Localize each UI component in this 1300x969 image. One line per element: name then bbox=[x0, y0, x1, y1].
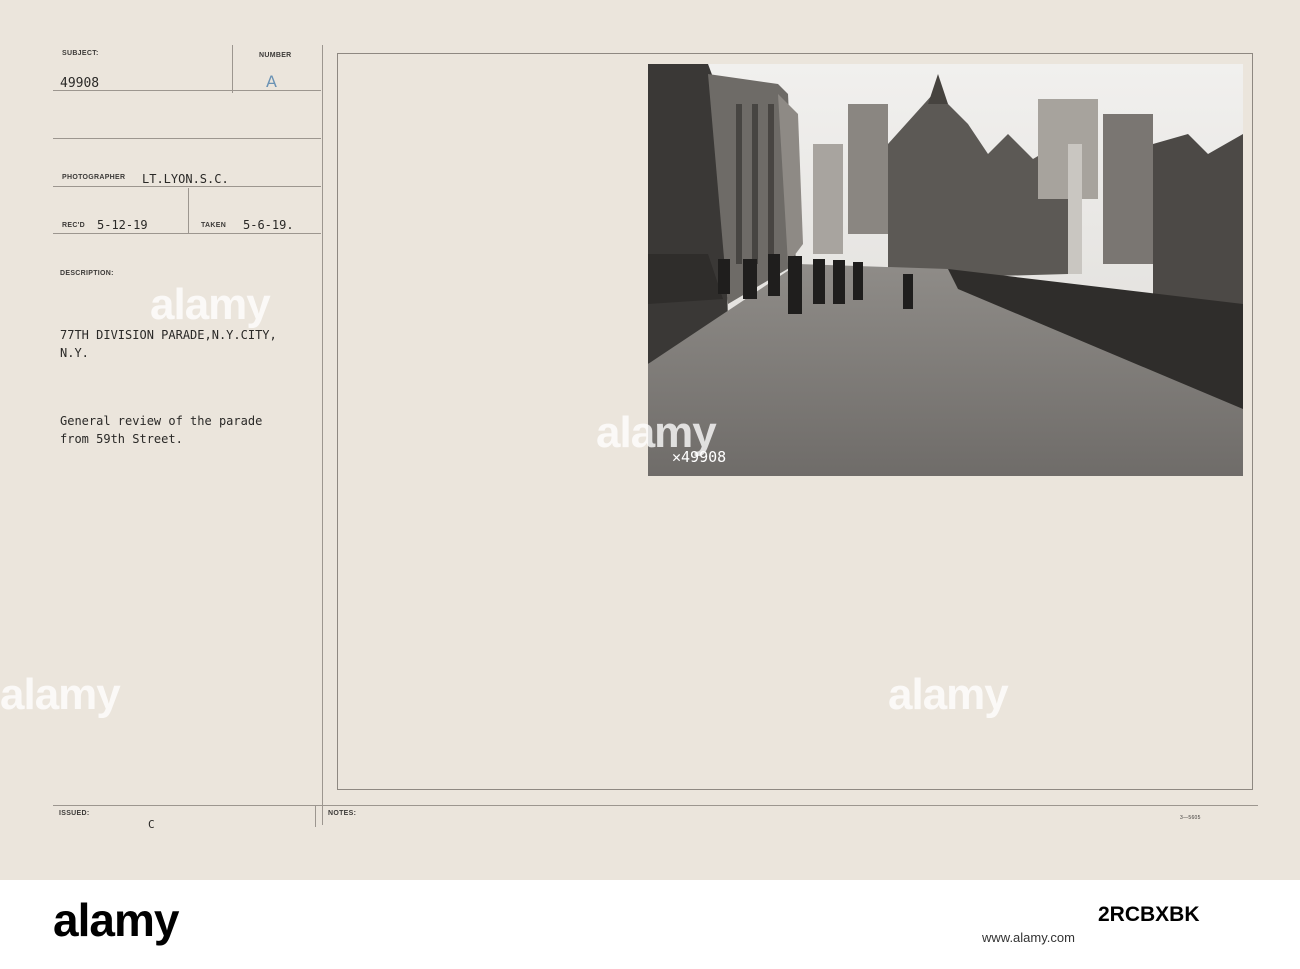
record-card: SUBJECT: NUMBER 49908 A PHOTOGRAPHER LT.… bbox=[0, 0, 1300, 880]
rule bbox=[53, 186, 321, 187]
image-id: 2RCBXBK bbox=[1098, 903, 1200, 926]
issued-value: C bbox=[148, 818, 155, 831]
review-line-1: General review of the parade bbox=[60, 414, 263, 428]
description-label: DESCRIPTION: bbox=[60, 270, 114, 277]
subject-value: 49908 bbox=[60, 76, 100, 91]
form-number: 3—5605 bbox=[1180, 815, 1201, 821]
alamy-logo: alamy bbox=[53, 894, 179, 946]
bottom-rule bbox=[53, 805, 1258, 806]
photographer-value: LT.LYON.S.C. bbox=[142, 172, 229, 186]
image-url: www.alamy.com bbox=[982, 930, 1075, 945]
rule bbox=[53, 90, 321, 91]
subject-label: SUBJECT: bbox=[62, 50, 99, 57]
rule bbox=[188, 188, 189, 234]
recd-label: REC'D bbox=[62, 222, 85, 229]
number-label: NUMBER bbox=[259, 52, 292, 59]
description-line-1: 77TH DIVISION PARADE,N.Y.CITY, bbox=[60, 328, 277, 342]
watermark: alamy bbox=[888, 670, 1009, 719]
recd-value: 5-12-19 bbox=[97, 218, 148, 232]
taken-label: TAKEN bbox=[201, 222, 227, 229]
rule bbox=[53, 138, 321, 139]
rule bbox=[53, 233, 321, 234]
review-line-2: from 59th Street. bbox=[60, 432, 183, 446]
watermark: alamy bbox=[596, 408, 717, 457]
description-line-2: N.Y. bbox=[60, 346, 89, 360]
number-value: A bbox=[266, 72, 277, 91]
rule bbox=[315, 805, 316, 827]
parade-photograph: ✕49908 bbox=[648, 64, 1243, 476]
watermark: alamy bbox=[0, 670, 121, 719]
parade-scene bbox=[648, 64, 1243, 476]
issued-label: ISSUED: bbox=[59, 810, 90, 817]
notes-label: NOTES: bbox=[328, 810, 357, 817]
watermark: alamy bbox=[150, 280, 271, 329]
taken-value: 5-6-19. bbox=[243, 218, 294, 232]
rule bbox=[232, 45, 233, 93]
photographer-label: PHOTOGRAPHER bbox=[62, 174, 126, 181]
column-divider bbox=[322, 45, 323, 825]
